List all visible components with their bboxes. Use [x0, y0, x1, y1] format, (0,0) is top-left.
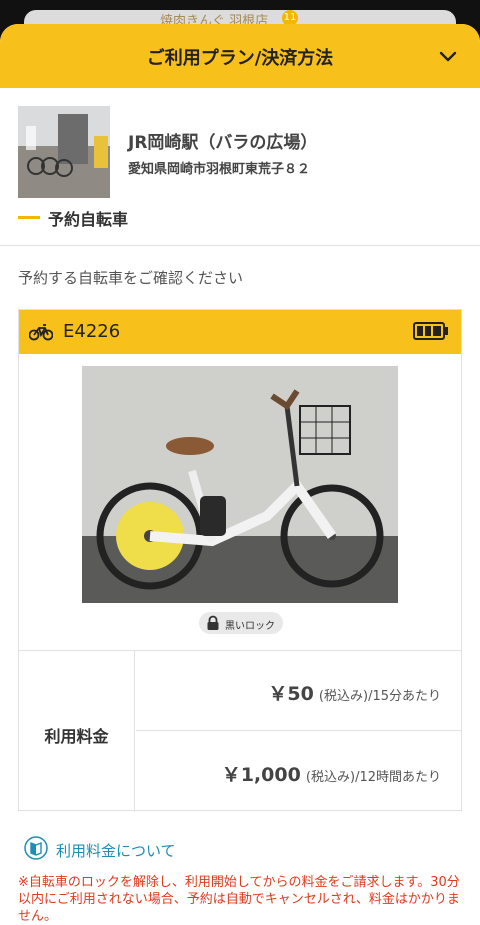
- tab-reserved-bike[interactable]: 予約自転車: [48, 206, 128, 230]
- station-photo: [18, 106, 110, 198]
- lock-type-badge: 黒いロック: [199, 612, 283, 634]
- fee-table: 利用料金 ￥50 (税込み)/15分あたり ￥1,000 (税込み)/12時間あ…: [19, 650, 461, 812]
- fee-label-cell: 利用料金: [19, 651, 135, 812]
- fee-unit: /15分あたり: [368, 689, 441, 704]
- lock-icon: [207, 615, 219, 630]
- lock-label: 黒いロック: [225, 621, 275, 632]
- cancellation-notice: ※自転車のロックを解除し、利用開始してからの料金をご請求します。30分以内にご利…: [18, 875, 460, 924]
- tab-indicator: [18, 216, 40, 219]
- station-address: 愛知県岡崎市羽根町東荒子８２: [128, 162, 311, 177]
- bicycle-icon: [29, 324, 53, 341]
- fee-tax-note: (税込み): [305, 770, 356, 785]
- sheet-title: ご利用プラン/決済方法: [146, 48, 334, 69]
- fee-tax-note: (税込み): [318, 689, 369, 704]
- bike-photo: [82, 366, 398, 603]
- plan-payment-sheet: ご利用プラン/決済方法 JR岡崎駅（バラの広場） 愛知県岡崎市羽根町東荒子８２ …: [0, 24, 480, 925]
- bike-card: E4226 黒いロック 利用料金 ￥50 (税込み)/15分あたり ￥1,000…: [18, 309, 462, 812]
- confirm-instruction: 予約する自転車をご確認ください: [18, 269, 244, 287]
- battery-icon: [413, 322, 448, 340]
- sheet-header[interactable]: ご利用プラン/決済方法: [0, 24, 480, 88]
- book-info-icon: [24, 836, 48, 860]
- chevron-down-icon[interactable]: [438, 46, 458, 66]
- fee-price: ￥50: [268, 683, 314, 705]
- bike-id: E4226: [63, 321, 121, 342]
- fee-unit: /12時間あたり: [355, 770, 441, 785]
- station-info: JR岡崎駅（バラの広場） 愛知県岡崎市羽根町東荒子８２ 予約自転車: [0, 88, 480, 246]
- fee-label: 利用料金: [44, 727, 109, 746]
- bike-card-header: E4226: [19, 310, 461, 354]
- fee-row: ￥1,000 (税込み)/12時間あたり: [136, 732, 461, 812]
- fee-row: ￥50 (税込み)/15分あたり: [136, 651, 461, 731]
- fee-info-link-label[interactable]: 利用料金について: [56, 840, 176, 861]
- fee-price: ￥1,000: [221, 764, 301, 786]
- station-name: JR岡崎駅（バラの広場）: [128, 133, 318, 153]
